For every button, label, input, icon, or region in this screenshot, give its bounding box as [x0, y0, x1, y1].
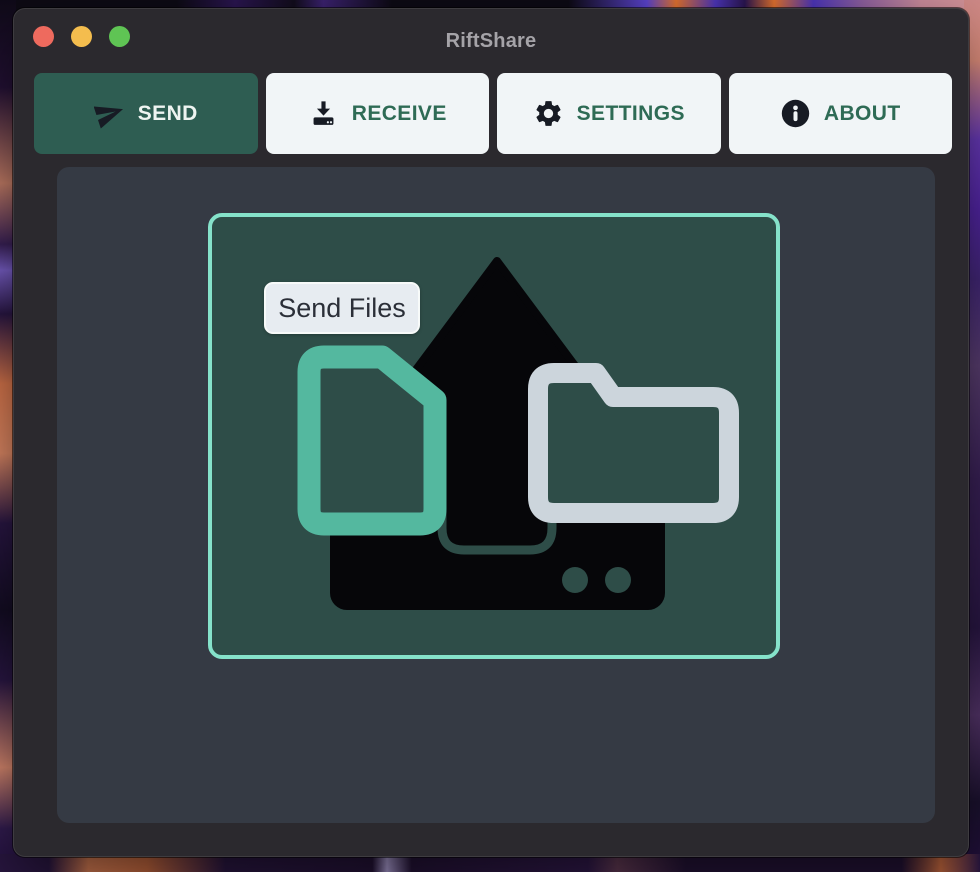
- info-circle-icon: [780, 98, 811, 129]
- tab-settings-label: SETTINGS: [577, 102, 685, 126]
- file-icon: [309, 357, 435, 524]
- tab-receive-label: RECEIVE: [352, 102, 447, 126]
- tab-send[interactable]: SEND: [34, 73, 258, 154]
- tab-about-label: ABOUT: [824, 102, 901, 126]
- gear-icon: [533, 98, 564, 129]
- title-bar: RiftShare: [14, 9, 968, 73]
- zoom-button[interactable]: [109, 26, 130, 47]
- minimize-button[interactable]: [71, 26, 92, 47]
- file-drop-zone[interactable]: Send Files: [208, 213, 780, 659]
- download-tray-icon: [308, 98, 339, 129]
- close-button[interactable]: [33, 26, 54, 47]
- tab-receive[interactable]: RECEIVE: [266, 73, 490, 154]
- drive-led-dot: [605, 567, 631, 593]
- tab-about[interactable]: ABOUT: [729, 73, 953, 154]
- tab-send-label: SEND: [138, 102, 198, 126]
- content-panel: Send Files: [57, 167, 935, 823]
- traffic-lights: [33, 26, 130, 47]
- send-files-label: Send Files: [264, 282, 420, 334]
- paper-plane-icon: [94, 98, 125, 129]
- folder-icon: [538, 373, 729, 513]
- window-title: RiftShare: [446, 30, 537, 53]
- drive-led-dot: [562, 567, 588, 593]
- tab-settings[interactable]: SETTINGS: [497, 73, 721, 154]
- tab-bar: SEND RECEIVE SETTINGS ABOUT: [14, 73, 968, 154]
- riftshare-window: RiftShare SEND RECEIVE SETTINGS: [13, 8, 969, 857]
